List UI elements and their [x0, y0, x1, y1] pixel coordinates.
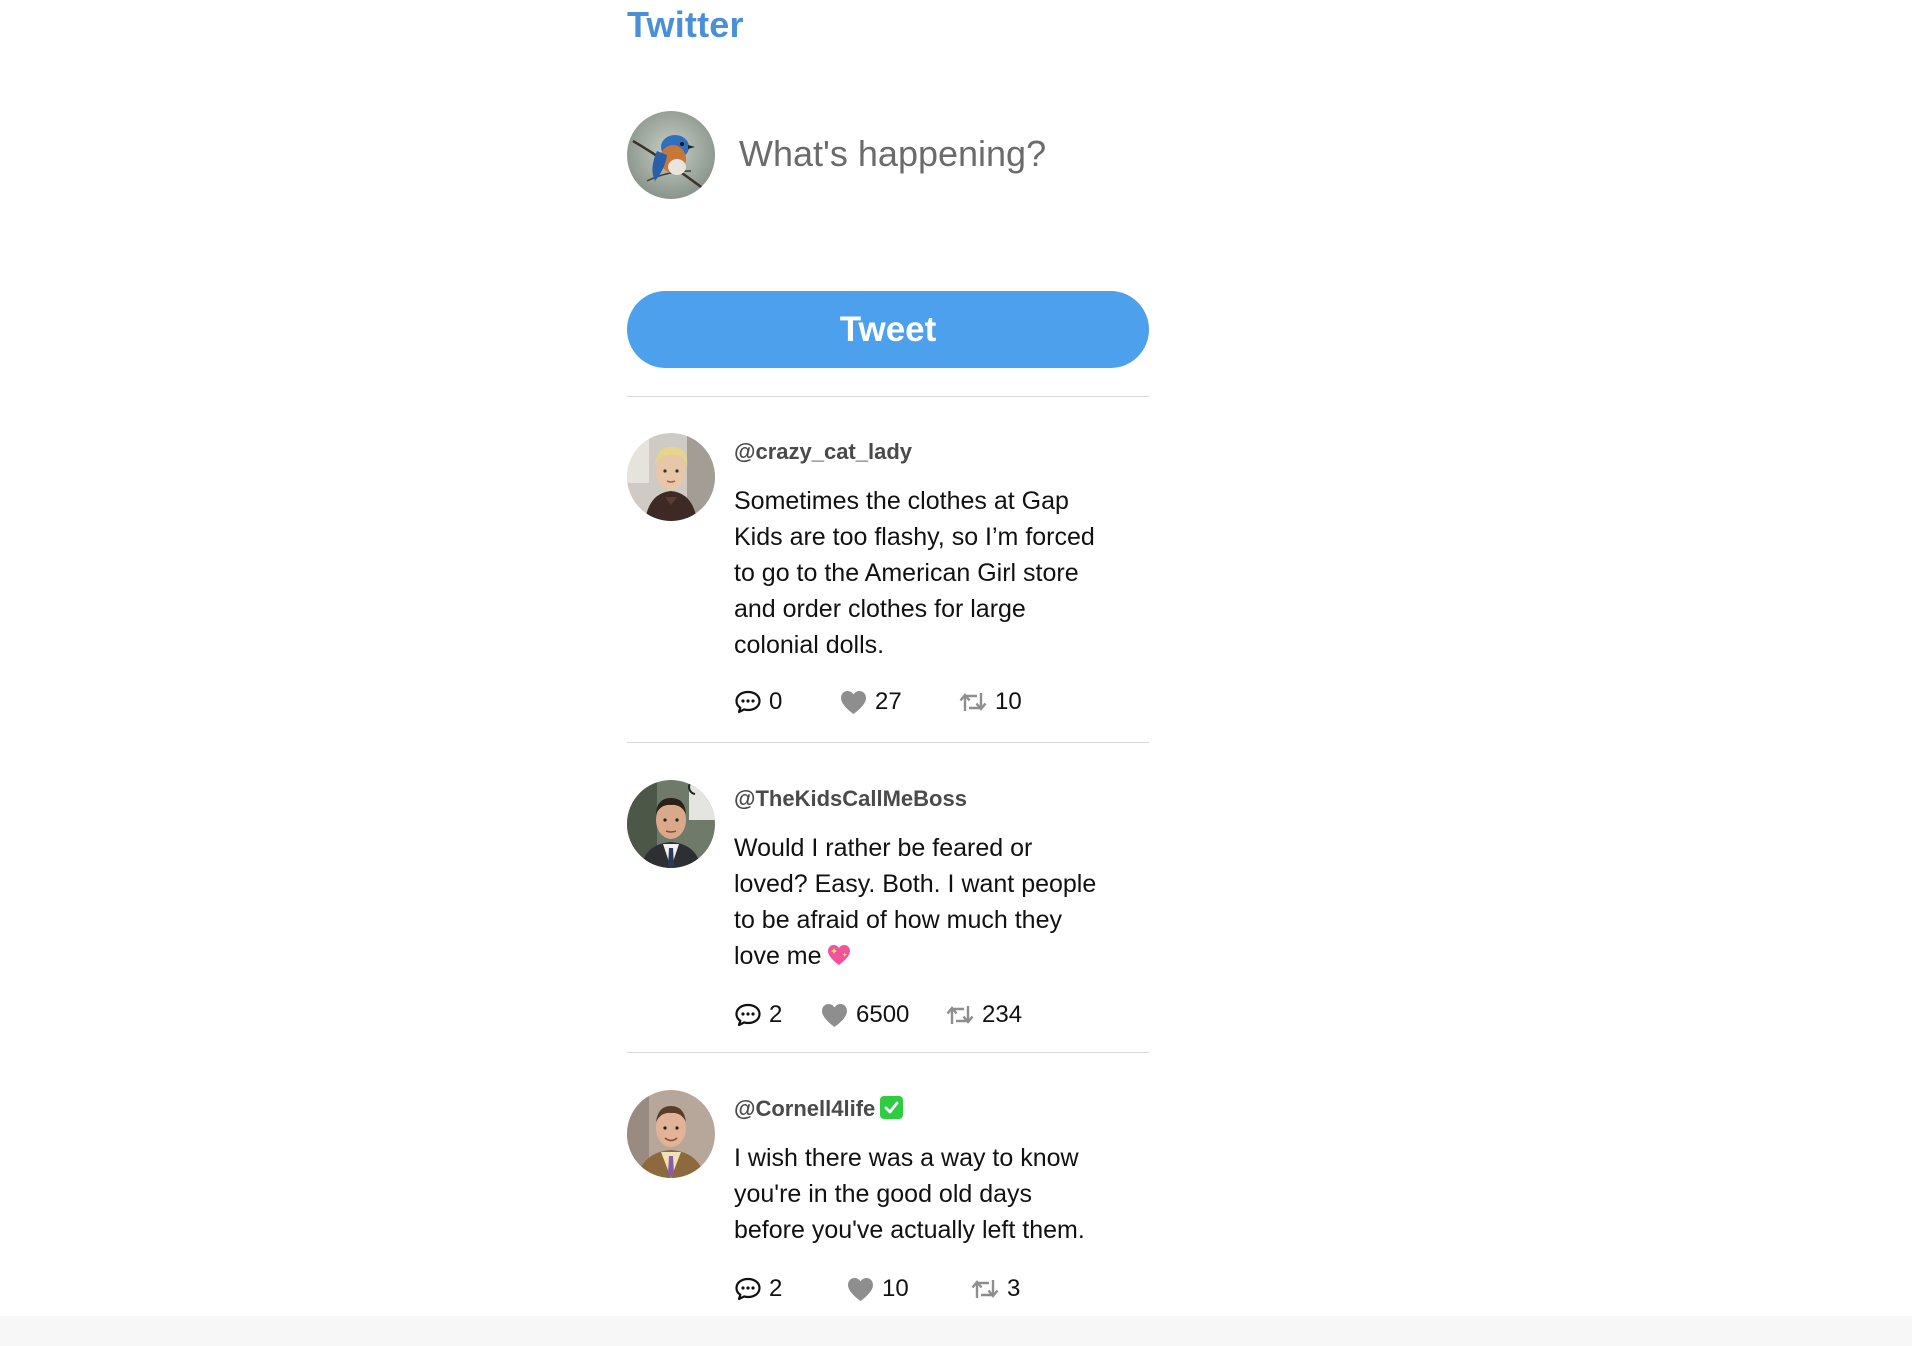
comment-bubble-icon [735, 1277, 761, 1301]
retweet-icon [946, 1006, 974, 1024]
tweet-composer [627, 111, 1149, 199]
retweet-button[interactable]: 3 [970, 1274, 1020, 1304]
tweet-body: I wish there was a way to know you're in… [734, 1144, 1085, 1244]
tweet-handle[interactable]: @Cornell4life [734, 1096, 904, 1122]
bluebird-avatar-icon [627, 111, 715, 199]
angela-avatar-icon [627, 433, 715, 521]
like-button[interactable]: 27 [839, 687, 902, 717]
like-count: 10 [882, 1275, 909, 1302]
retweet-button[interactable]: 234 [945, 1000, 1022, 1030]
composer-avatar[interactable] [627, 111, 715, 199]
tweet-body: Sometimes the clothes at Gap Kids are to… [734, 487, 1095, 659]
tweet-handle-text: @Cornell4life [734, 1096, 876, 1121]
heart-icon [841, 691, 866, 714]
feed-divider [627, 396, 1149, 397]
retweet-count: 3 [1007, 1275, 1021, 1302]
retweet-count: 10 [995, 688, 1022, 715]
retweet-count: 234 [982, 1001, 1023, 1028]
like-count: 27 [875, 688, 902, 715]
comment-count: 0 [769, 688, 783, 715]
like-button[interactable]: 10 [846, 1274, 909, 1304]
tweet-handle[interactable]: @TheKidsCallMeBoss [734, 786, 967, 812]
tweet-avatar[interactable] [627, 1090, 715, 1178]
retweet-icon [971, 1280, 999, 1298]
retweet-button[interactable]: 10 [958, 687, 1022, 717]
tweet-avatar[interactable] [627, 433, 715, 521]
andy-avatar-icon [627, 1090, 715, 1178]
tweet-avatar[interactable] [627, 780, 715, 868]
comment-count: 2 [769, 1275, 783, 1302]
michael-avatar-icon [627, 780, 715, 868]
comment-button[interactable]: 0 [734, 687, 782, 717]
comment-button[interactable]: 2 [734, 1274, 782, 1304]
tweet-handle-text: @TheKidsCallMeBoss [734, 786, 967, 811]
comment-bubble-icon [735, 690, 761, 714]
comment-button[interactable]: 2 [734, 1000, 782, 1030]
brand-title[interactable]: Twitter [627, 4, 744, 46]
retweet-icon [959, 693, 987, 711]
sparkling-heart-icon [826, 941, 852, 977]
verified-check-icon [880, 1096, 904, 1119]
page-bottom-band [0, 1316, 1912, 1346]
tweet-submit-button[interactable]: Tweet [627, 291, 1149, 368]
comment-count: 2 [769, 1001, 783, 1028]
tweet-body: Would I rather be feared or loved? Easy.… [734, 830, 1104, 977]
comment-bubble-icon [735, 1003, 761, 1027]
tweet-handle[interactable]: @crazy_cat_lady [734, 439, 912, 465]
like-count: 6500 [856, 1001, 910, 1028]
tweet-compose-input[interactable] [737, 127, 1139, 181]
feed-divider [627, 742, 1149, 743]
tweet-handle-text: @crazy_cat_lady [734, 439, 913, 464]
tweet-body-text: Would I rather be feared or loved? Easy.… [734, 834, 1097, 970]
feed-divider [627, 1052, 1149, 1053]
heart-icon [848, 1278, 873, 1301]
like-button[interactable]: 6500 [820, 1000, 909, 1030]
heart-icon [822, 1004, 847, 1027]
